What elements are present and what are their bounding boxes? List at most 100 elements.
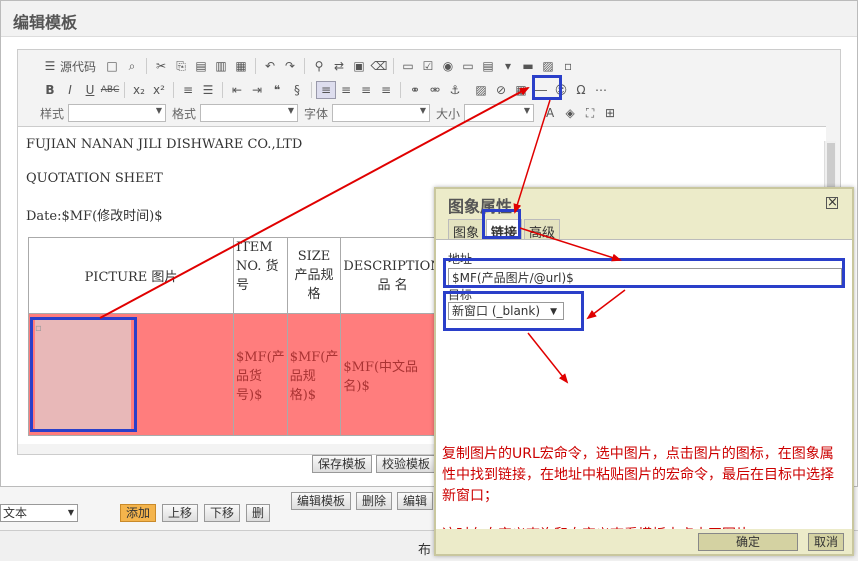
indent-icon[interactable]: ⇥ [247, 81, 267, 99]
show-blocks-icon[interactable]: ⊞ [600, 104, 620, 122]
checkbox-icon[interactable]: ☑ [418, 57, 438, 75]
page-break-icon[interactable]: ⋯ [591, 81, 611, 99]
format-box[interactable] [200, 104, 299, 122]
image-highlight [30, 317, 137, 432]
cancel-button[interactable]: 取消 [808, 533, 844, 551]
unlink-icon[interactable]: ⚮ [425, 81, 445, 99]
preview-icon[interactable]: ⌕ [122, 57, 142, 75]
toolbar-row-1: ☰ 源代码 □ ⌕ ✂ ⎘ ▤ ▥ ▦ ↶ ↷ ⚲ ⇄ ▣ ⌫ ▭ ☑ ◉ ▭ … [18, 54, 578, 78]
separator [311, 82, 312, 98]
close-icon[interactable]: × [826, 196, 838, 209]
image-button-icon[interactable]: ▨ [538, 57, 558, 75]
size-cell: $MF(产品规格)$ [286, 313, 342, 436]
replace-icon[interactable]: ⇄ [329, 57, 349, 75]
find-icon[interactable]: ⚲ [309, 57, 329, 75]
company-line: FUJIAN NANAN JILI DISHWARE CO.,LTD [26, 137, 303, 152]
style-label: 样式 [40, 106, 65, 121]
table-icon[interactable]: ▦ [511, 81, 531, 99]
paste-icon[interactable]: ▤ [191, 57, 211, 75]
font-box[interactable] [332, 104, 431, 122]
strike-icon[interactable]: ABC [100, 81, 120, 99]
text-color-icon[interactable]: A [540, 104, 560, 122]
undo-icon[interactable]: ↶ [260, 57, 280, 75]
source-icon[interactable]: ☰ [40, 57, 60, 75]
style-combo[interactable]: 样式 [40, 104, 167, 122]
redo-icon[interactable]: ↷ [280, 57, 300, 75]
type-select[interactable]: 文本 [0, 503, 78, 522]
url-highlight [443, 258, 845, 288]
subscript-icon[interactable]: x₂ [129, 81, 149, 99]
separator [255, 58, 257, 74]
date-line: Date:$MF(修改时间)$ [26, 209, 163, 224]
new-page-icon[interactable]: □ [102, 57, 122, 75]
save-template-button[interactable]: 保存模板 [312, 455, 373, 473]
description-header: DESCRIPTION 品 名 [340, 237, 445, 314]
separator [124, 82, 125, 98]
window-title: 编辑模板 [1, 1, 857, 37]
format-combo[interactable]: 格式 [172, 104, 299, 122]
delete-button[interactable]: 删除 [356, 492, 393, 510]
size-box[interactable] [464, 104, 535, 122]
ok-button[interactable]: 确定 [698, 533, 798, 551]
form-icon[interactable]: ▭ [398, 57, 418, 75]
italic-icon[interactable]: I [60, 81, 80, 99]
align-center-icon[interactable]: ≡ [336, 81, 356, 99]
move-down-button[interactable]: 下移 [204, 503, 241, 522]
background-toolbar: 文本 添加 上移 下移 删 [0, 500, 300, 525]
bottom-label: 布 [418, 543, 432, 558]
paste-text-icon[interactable]: ▥ [211, 57, 231, 75]
underline-icon[interactable]: U [80, 81, 100, 99]
font-combo[interactable]: 字体 [304, 104, 431, 122]
delete-partial-button[interactable]: 删 [246, 503, 271, 522]
align-right-icon[interactable]: ≡ [356, 81, 376, 99]
format-label: 格式 [172, 106, 197, 121]
blockquote-icon[interactable]: ❝ [267, 81, 287, 99]
bold-icon[interactable]: B [40, 81, 60, 99]
select-all-icon[interactable]: ▣ [349, 57, 369, 75]
hidden-field-icon[interactable]: ▫ [558, 57, 578, 75]
bg-color-icon[interactable]: ◈ [560, 104, 580, 122]
special-char-icon[interactable]: Ω [571, 81, 591, 99]
textarea-icon[interactable]: ▤ [478, 57, 498, 75]
copy-icon[interactable]: ⎘ [171, 57, 191, 75]
editor-buttons: 保存模板 校验模板 [312, 455, 437, 473]
move-up-button[interactable]: 上移 [162, 503, 199, 522]
link-tab-highlight [482, 209, 521, 239]
select-field-icon[interactable]: ▾ [498, 57, 518, 75]
separator [393, 58, 395, 74]
target-highlight [443, 291, 584, 331]
size-label: 大小 [436, 106, 461, 121]
quotation-line: QUOTATION SHEET [26, 171, 163, 186]
add-button[interactable]: 添加 [120, 503, 157, 522]
image-icon[interactable]: ▨ [471, 81, 491, 99]
align-left-icon[interactable]: ≡ [316, 81, 336, 99]
div-icon[interactable]: § [287, 81, 307, 99]
cut-icon[interactable]: ✂ [151, 57, 171, 75]
textfield-icon[interactable]: ▭ [458, 57, 478, 75]
separator [173, 82, 174, 98]
remove-format-icon[interactable]: ⌫ [369, 57, 389, 75]
edit-template-button[interactable]: 编辑模板 [291, 492, 352, 510]
bulleted-list-icon[interactable]: ☰ [198, 81, 218, 99]
outdent-icon[interactable]: ⇤ [227, 81, 247, 99]
scroll-thumb[interactable] [827, 143, 835, 193]
check-template-button[interactable]: 校验模板 [376, 455, 437, 473]
template-toolbar: 编辑模板 删除 编辑 [291, 492, 434, 510]
paste-word-icon[interactable]: ▦ [231, 57, 251, 75]
anchor-icon[interactable]: ⚓ [445, 81, 465, 99]
superscript-icon[interactable]: x² [149, 81, 169, 99]
numbered-list-icon[interactable]: ≡ [178, 81, 198, 99]
button-field-icon[interactable]: ▬ [518, 57, 538, 75]
link-icon[interactable]: ⚭ [405, 81, 425, 99]
radio-icon[interactable]: ◉ [438, 57, 458, 75]
flash-icon[interactable]: ⊘ [491, 81, 511, 99]
align-justify-icon[interactable]: ≡ [376, 81, 396, 99]
separator [304, 58, 306, 74]
style-box[interactable] [68, 104, 167, 122]
size-combo[interactable]: 大小 [436, 104, 535, 122]
maximize-icon[interactable]: ⛶ [580, 104, 600, 122]
toolbar-row-2: B I U ABC x₂ x² ≡ ☰ ⇤ ⇥ ❝ § ≡ ≡ ≡ ≡ ⚭ ⚮ … [18, 78, 611, 102]
separator [400, 82, 401, 98]
edit-partial-button[interactable]: 编辑 [397, 492, 434, 510]
source-button-label[interactable]: 源代码 [60, 58, 96, 75]
